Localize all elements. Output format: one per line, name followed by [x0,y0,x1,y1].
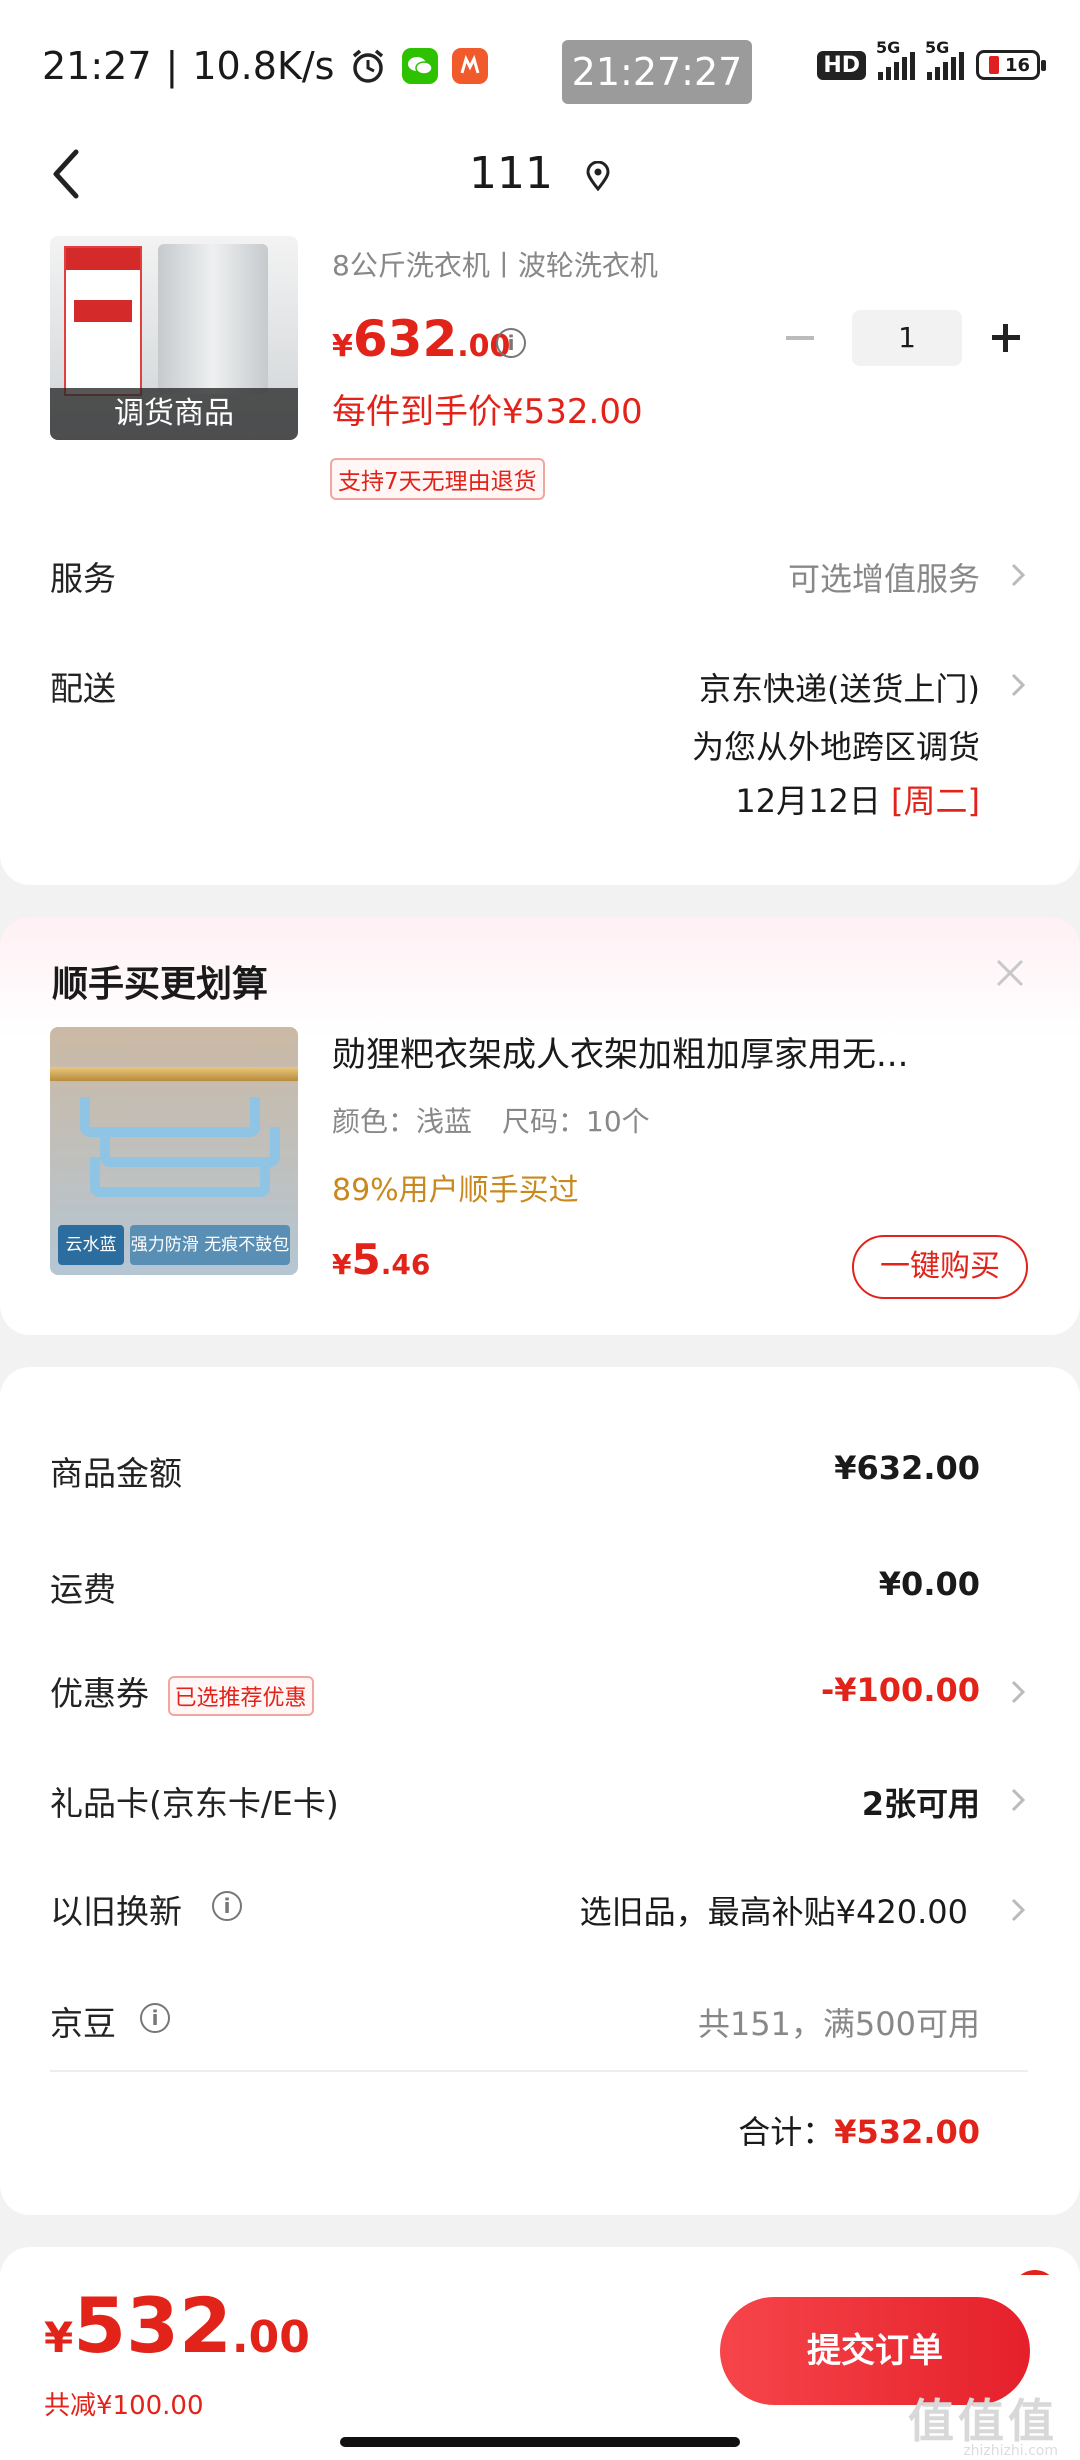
status-left: 21:27 | 10.8K/s [42,44,489,88]
status-time: 21:27 [42,44,152,88]
coupon-label: 优惠券 [50,1674,149,1713]
status-separator: | [165,44,179,88]
delivery-date: 12月12日 [周二] [735,776,980,822]
delivery-method[interactable]: 京东快递(送货上门) [699,664,980,710]
watermark-url: zhizhizhi.com [963,2443,1058,2459]
shipping-label: 运费 [50,1570,116,1609]
signal-icon-2: 5G [925,38,964,80]
coupon-badge: 已选推荐优惠 [167,1675,314,1716]
chevron-right-icon[interactable] [1008,1895,1028,1925]
giftcard-label: 礼品卡(京东卡/E卡) [50,1784,339,1823]
chevron-right-icon[interactable] [1008,560,1028,590]
quantity-stepper: 1 [778,310,1028,366]
battery-level: 16 [1005,54,1031,76]
status-bar: 21:27 | 10.8K/s 21:27:27 HD 5G 5G 16 [0,0,1080,130]
product-card: 调货商品 8公斤洗衣机丨波轮洗衣机 ¥632.00 i 1 每件到手价¥532.… [0,230,1080,885]
address-title[interactable]: 111 [0,148,1080,202]
quantity-field[interactable]: 1 [852,310,962,366]
total-value: ¥532.00 [834,2113,980,2151]
jd-bean-label: 京豆 [50,2004,116,2043]
addon-attrs: 颜色：浅蓝 尺码：10个 [332,1100,650,1140]
status-center-clock: 21:27:27 [562,40,752,104]
addon-size: 尺码：10个 [502,1105,650,1138]
delivery-date-text: 12月12日 [735,782,881,820]
total-label: 合计： [738,2113,835,2151]
hd-icon: HD [817,50,866,80]
status-right: HD 5G 5G 16 [817,38,1046,80]
one-click-buy-button[interactable]: 一键购买 [852,1235,1028,1299]
summary-total: 合计：¥532.00 [738,2107,980,2153]
jd-bean-info-icon[interactable]: i [140,2003,170,2033]
coupon-value[interactable]: -¥100.00 [821,1671,980,1709]
addon-price: ¥5.46 [332,1235,431,1284]
summary-divider [50,2070,1028,2072]
wechat-icon [402,48,439,84]
delivery-label: 配送 [50,669,116,708]
giftcard-value[interactable]: 2张可用 [862,1779,980,1825]
battery-icon: 16 [976,50,1046,80]
coupon-row-label[interactable]: 优惠券 已选推荐优惠 [50,1667,314,1716]
addon-color: 颜色：浅蓝 [332,1105,473,1138]
addon-image-badge: 云水蓝 [58,1225,124,1265]
chevron-right-icon[interactable] [1008,1677,1028,1707]
addon-card: 顺手买更划算 云水蓝 强力防滑 无痕不鼓包 勋狸粑衣架成人衣架加粗加厚家用无..… [0,917,1080,1335]
delivery-note: 为您从外地跨区调货 [691,728,980,766]
order-summary-card: 商品金额 ¥632.00 运费 ¥0.00 优惠券 已选推荐优惠 -¥100.0… [0,1367,1080,2215]
addon-title: 顺手买更划算 [52,964,269,1005]
signal-icon: 5G [876,38,915,80]
tradein-value[interactable]: 选旧品，最高补贴¥420.00 [580,1887,968,1933]
decrease-button[interactable] [778,316,822,360]
increase-button[interactable] [984,316,1028,360]
location-pin-icon [585,151,611,202]
app-man-icon [452,48,489,84]
final-price: 每件到手价¥532.00 [332,392,643,432]
product-price: ¥632.00 [332,310,511,368]
goods-amount-value: ¥632.00 [834,1449,980,1487]
home-indicator[interactable] [340,2437,740,2447]
service-label: 服务 [50,559,116,598]
header: 111 [0,130,1080,230]
close-icon[interactable] [992,955,1028,991]
product-image[interactable]: 调货商品 [50,236,298,440]
status-speed: 10.8K/s [192,44,335,88]
price-info-icon[interactable]: i [496,328,526,358]
product-spec: 8公斤洗衣机丨波轮洗衣机 [332,249,658,282]
watermark: 值值值 [908,2394,1058,2448]
chevron-right-icon[interactable] [1008,1785,1028,1815]
tradein-info-icon[interactable]: i [212,1891,242,1921]
return-policy-badge: 支持7天无理由退货 [330,458,545,500]
service-value[interactable]: 可选增值服务 [788,554,980,600]
saved-amount: 共减¥100.00 [44,2391,204,2421]
delivery-weekday: [周二] [891,782,980,820]
network-label: 5G [876,38,901,57]
addon-popularity: 89%用户顺手买过 [332,1173,579,1208]
addon-name[interactable]: 勋狸粑衣架成人衣架加粗加厚家用无... [332,1027,1012,1076]
network-label-2: 5G [925,38,950,57]
tradein-label: 以旧换新 [50,1892,182,1931]
jd-bean-value: 共151，满500可用 [697,2005,980,2043]
alarm-icon [353,49,384,83]
address-title-text: 111 [469,148,553,199]
goods-amount-label: 商品金额 [50,1454,182,1493]
addon-image-strip: 强力防滑 无痕不鼓包 [130,1225,290,1265]
transfer-goods-label: 调货商品 [50,388,298,440]
checkout-bar: ¥532.00 共减¥100.00 提交订单 值值值 zhizhizhi.com [0,2275,1080,2460]
pay-price: ¥532.00 [44,2281,310,2370]
addon-image[interactable]: 云水蓝 强力防滑 无痕不鼓包 [50,1027,298,1275]
chevron-right-icon[interactable] [1008,670,1028,700]
shipping-value: ¥0.00 [878,1565,980,1603]
